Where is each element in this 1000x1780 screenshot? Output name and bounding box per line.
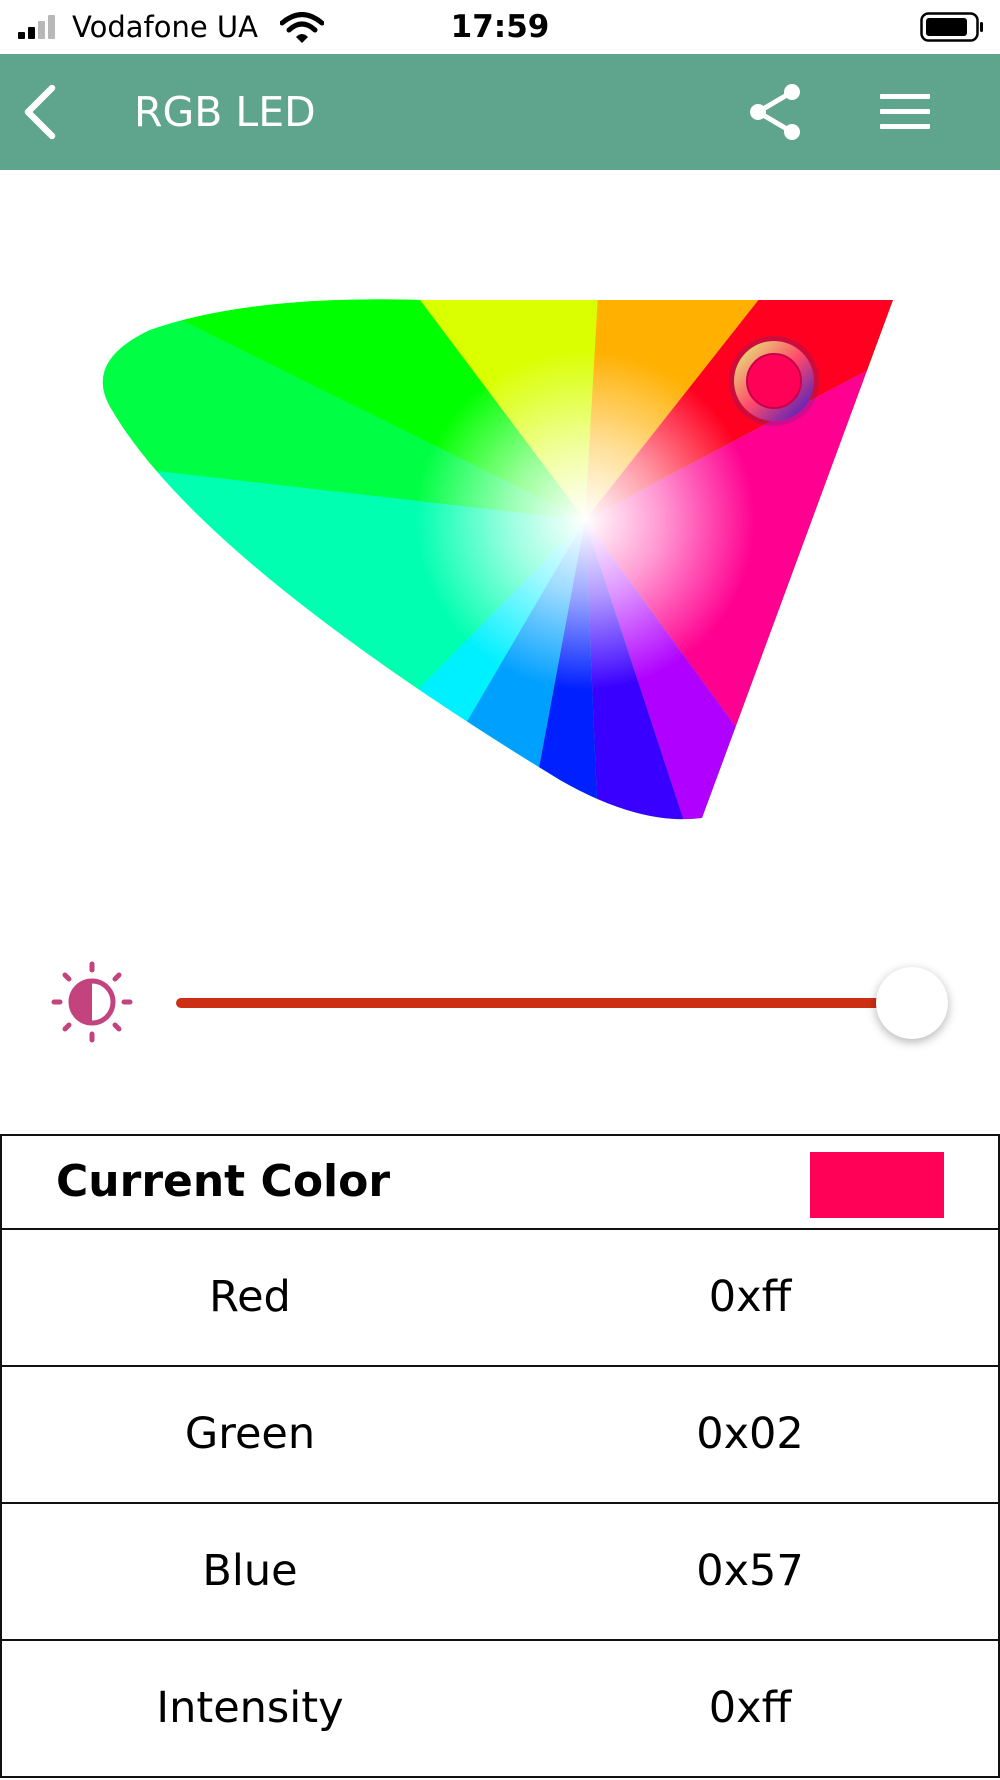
color-picker-handle[interactable] [729, 336, 819, 426]
table-row: Green 0x02 [0, 1367, 1000, 1504]
menu-icon[interactable] [870, 80, 938, 144]
channel-value: 0xff [708, 1683, 792, 1733]
channel-name: Green [184, 1409, 316, 1459]
table-row: Intensity 0xff [0, 1641, 1000, 1778]
table-row: Red 0xff [0, 1230, 1000, 1367]
color-gamut-picker[interactable] [0, 170, 1000, 870]
current-color-label: Current Color [56, 1156, 391, 1207]
page-title: RGB LED [134, 88, 316, 136]
channel-value: 0x02 [696, 1409, 804, 1459]
channel-name: Intensity [156, 1683, 344, 1733]
share-icon[interactable] [740, 80, 808, 144]
table-row: Blue 0x57 [0, 1504, 1000, 1641]
status-bar: Vodafone UA 17:59 [0, 0, 1000, 54]
slider-track[interactable] [176, 998, 896, 1008]
channel-name: Blue [202, 1546, 298, 1596]
channel-value: 0xff [708, 1272, 792, 1322]
status-time: 17:59 [450, 9, 550, 45]
channel-name: Red [209, 1272, 291, 1322]
back-icon[interactable] [12, 74, 88, 150]
current-color-swatch [810, 1152, 944, 1218]
battery-icon [920, 12, 983, 42]
color-values-table: Current Color Red 0xff Green 0x02 Blue 0… [0, 1134, 1000, 1780]
channel-value: 0x57 [696, 1546, 804, 1596]
brightness-slider[interactable] [172, 965, 952, 1041]
slider-thumb[interactable] [876, 967, 948, 1039]
current-color-row: Current Color [0, 1136, 1000, 1230]
app-bar: RGB LED [0, 54, 1000, 170]
brightness-icon [51, 961, 133, 1043]
